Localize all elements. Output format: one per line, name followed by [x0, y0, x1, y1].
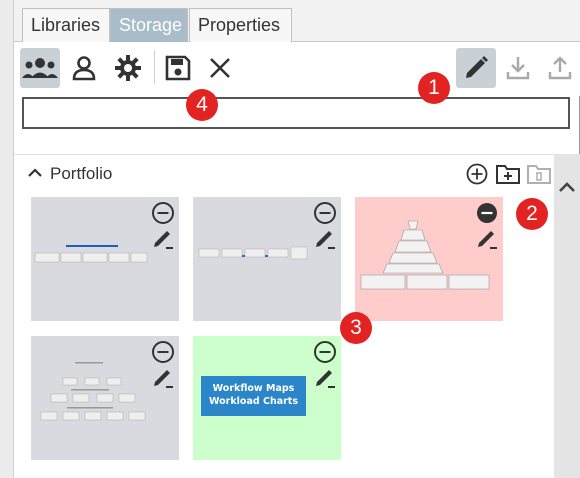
- edit-item-button[interactable]: [151, 227, 175, 251]
- library-item-2[interactable]: [193, 197, 341, 321]
- workflow-line-2: Workload Charts: [209, 396, 298, 407]
- remove-item-button[interactable]: [313, 201, 337, 225]
- download-icon: [506, 57, 530, 80]
- library-header: Portfolio: [14, 155, 554, 193]
- edit-mode-button[interactable]: [456, 48, 496, 88]
- edit-item-button[interactable]: [475, 227, 499, 251]
- users-icon: [22, 58, 58, 78]
- edit-icon: [154, 370, 173, 388]
- minus-circle-icon: [152, 202, 174, 224]
- search-input[interactable]: [22, 97, 570, 129]
- toolbar-separator: [154, 50, 155, 84]
- library-item-4[interactable]: [31, 336, 179, 460]
- edit-item-button[interactable]: [313, 366, 337, 390]
- left-edge-strip: [0, 0, 14, 478]
- save-button[interactable]: [158, 48, 198, 88]
- callout-badge-1: 1: [418, 72, 450, 104]
- remove-item-button[interactable]: [151, 340, 175, 364]
- folder-plus-icon: [496, 165, 520, 184]
- tab-bar: Libraries Storage Properties: [14, 0, 580, 42]
- minus-circle-icon: [152, 341, 174, 363]
- edit-icon: [478, 231, 497, 249]
- folder-delete-icon: [527, 165, 551, 184]
- shared-users-button[interactable]: [20, 48, 60, 88]
- library-item-5[interactable]: Workflow Maps Workload Charts: [193, 336, 341, 460]
- workflow-line-1: Workflow Maps: [212, 383, 295, 394]
- add-item-button[interactable]: [464, 161, 490, 187]
- minus-circle-icon: [314, 341, 336, 363]
- library-title: Portfolio: [50, 164, 113, 183]
- tab-storage[interactable]: Storage: [110, 8, 188, 42]
- edit-icon: [466, 56, 488, 78]
- chevron-up-icon: [559, 182, 575, 192]
- edit-item-button[interactable]: [151, 366, 175, 390]
- add-circle-icon: [466, 163, 488, 185]
- download-button[interactable]: [498, 48, 538, 88]
- settings-button[interactable]: [108, 48, 148, 88]
- delete-folder-button[interactable]: [526, 161, 552, 187]
- user-icon: [72, 56, 96, 81]
- scrollbar[interactable]: [554, 154, 580, 478]
- remove-item-button[interactable]: [151, 201, 175, 225]
- close-button[interactable]: [200, 48, 240, 88]
- upload-icon: [548, 56, 572, 80]
- callout-badge-4: 4: [186, 89, 218, 121]
- callout-badge-3: 3: [340, 312, 372, 344]
- library-item-1[interactable]: [31, 197, 179, 321]
- edit-icon: [154, 231, 173, 249]
- toolbar: [14, 42, 580, 96]
- remove-item-button[interactable]: [475, 201, 499, 225]
- minus-circle-filled-icon: [477, 203, 497, 223]
- tab-libraries[interactable]: Libraries: [22, 8, 110, 42]
- edit-icon: [316, 231, 335, 249]
- upload-button[interactable]: [540, 48, 580, 88]
- library-panel: Portfolio Workflow Maps Workload Charts: [14, 154, 554, 478]
- close-icon: [210, 58, 230, 78]
- edit-icon: [316, 370, 335, 388]
- callout-badge-2: 2: [516, 198, 548, 230]
- scroll-up-button[interactable]: [554, 172, 580, 202]
- chevron-up-icon[interactable]: [26, 164, 44, 182]
- edit-item-button[interactable]: [313, 227, 337, 251]
- minus-circle-icon: [314, 202, 336, 224]
- library-item-3[interactable]: [355, 197, 503, 321]
- workflow-box: Workflow Maps Workload Charts: [201, 376, 306, 416]
- remove-item-button[interactable]: [313, 340, 337, 364]
- gear-icon: [115, 55, 141, 81]
- add-folder-button[interactable]: [495, 161, 521, 187]
- tab-properties[interactable]: Properties: [189, 8, 292, 42]
- personal-library-button[interactable]: [64, 48, 104, 88]
- save-icon: [165, 55, 191, 81]
